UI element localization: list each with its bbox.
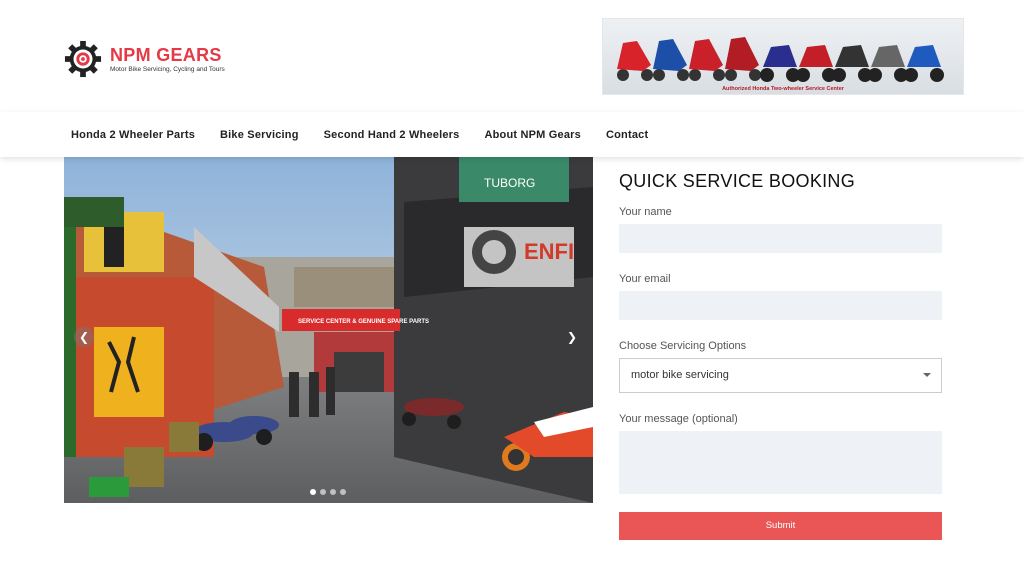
chevron-right-icon: ❯	[566, 330, 578, 344]
name-label: Your name	[619, 206, 672, 218]
nav-item-second-hand[interactable]: Second Hand 2 Wheelers	[324, 129, 460, 141]
email-input[interactable]	[619, 291, 942, 320]
gear-logo-icon	[64, 40, 102, 78]
message-textarea[interactable]	[619, 431, 942, 494]
service-select-value: motor bike servicing	[631, 369, 729, 381]
site-header: NPM GEARS Motor Bike Servicing, Cycling …	[0, 0, 1024, 112]
beer-sign-text: TUBORG	[484, 176, 535, 190]
message-label: Your message (optional)	[619, 413, 738, 425]
caret-down-icon	[923, 373, 931, 377]
site-name: NPM GEARS	[110, 45, 222, 65]
slider-next-button[interactable]: ❯	[562, 327, 582, 347]
submit-button[interactable]: Submit	[619, 512, 942, 540]
email-label: Your email	[619, 273, 671, 285]
nav-item-about[interactable]: About NPM Gears	[484, 129, 581, 141]
chevron-left-icon: ❮	[78, 330, 90, 344]
nav-item-bike-servicing[interactable]: Bike Servicing	[220, 129, 299, 141]
nav-item-honda-parts[interactable]: Honda 2 Wheeler Parts	[71, 129, 195, 141]
site-tagline: Motor Bike Servicing, Cycling and Tours	[110, 66, 225, 73]
image-slider[interactable]: ENFI TUBORG SERVICE CENTER & GENUINE SPA…	[64, 157, 593, 503]
service-select[interactable]: motor bike servicing	[619, 358, 942, 393]
slider-dot[interactable]	[310, 489, 316, 495]
honda-sign-text: SERVICE CENTER & GENUINE SPARE PARTS	[298, 319, 429, 325]
service-label: Choose Servicing Options	[619, 340, 747, 352]
site-logo[interactable]: NPM GEARS Motor Bike Servicing, Cycling …	[64, 40, 225, 78]
motorbike-lineup-illustration	[617, 37, 944, 82]
main-navigation: Honda 2 Wheeler Parts Bike Servicing Sec…	[0, 112, 1024, 157]
name-input[interactable]	[619, 224, 942, 253]
nav-item-contact[interactable]: Contact	[606, 129, 648, 141]
slider-dot[interactable]	[330, 489, 336, 495]
slider-dot[interactable]	[340, 489, 346, 495]
booking-title: QUICK SERVICE BOOKING	[619, 171, 856, 191]
slider-prev-button[interactable]: ❮	[74, 327, 94, 347]
banner-caption: Authorized Honda Two-wheeler Service Cen…	[722, 86, 844, 92]
slider-pagination	[310, 489, 350, 495]
slider-dot[interactable]	[320, 489, 326, 495]
honda-banner-image: Authorized Honda Two-wheeler Service Cen…	[602, 18, 964, 95]
quick-booking-form: QUICK SERVICE BOOKING Your name Your ema…	[619, 170, 942, 540]
service-center-photo: ENFI TUBORG SERVICE CENTER & GENUINE SPA…	[64, 157, 593, 503]
royal-sign-text: ENFI	[524, 239, 574, 264]
